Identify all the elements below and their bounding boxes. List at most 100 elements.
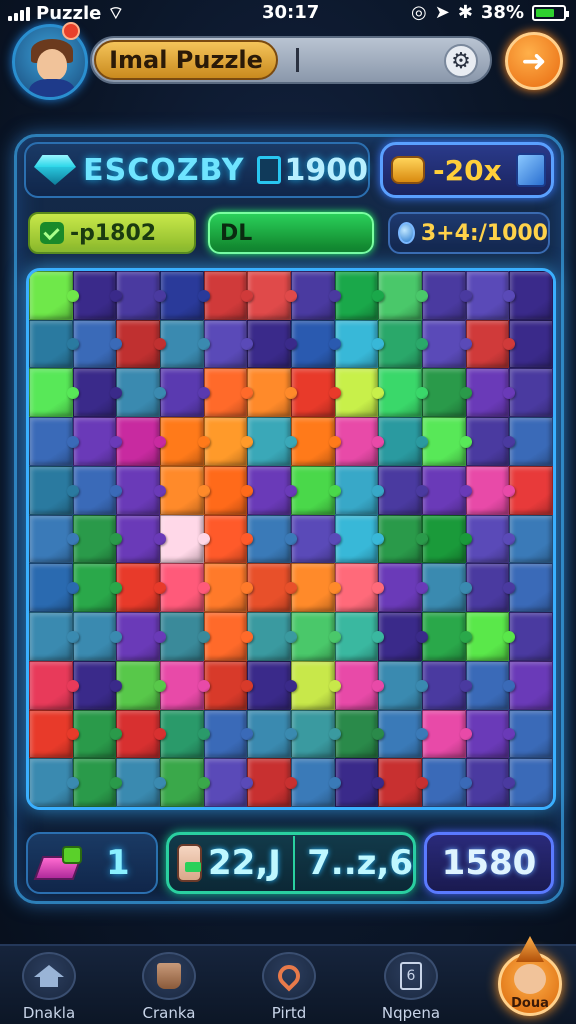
puzzle-piece[interactable] [247,758,297,807]
puzzle-piece[interactable] [378,563,428,613]
puzzle-piece[interactable] [72,465,122,515]
puzzle-piece[interactable] [334,709,384,759]
puzzle-piece[interactable] [29,758,79,807]
puzzle-piece[interactable] [378,514,428,564]
puzzle-piece[interactable] [29,514,79,564]
puzzle-piece[interactable] [203,271,253,320]
puzzle-piece[interactable] [465,612,515,661]
settings-button[interactable]: ⚙ [444,44,478,78]
puzzle-piece[interactable] [29,465,79,515]
puzzle-piece[interactable] [29,563,79,613]
puzzle-piece[interactable] [465,271,515,320]
puzzle-piece[interactable] [247,563,297,613]
puzzle-piece[interactable] [291,660,341,710]
nav-item-map[interactable]: Pirtd [234,952,344,1024]
puzzle-piece[interactable] [116,368,166,418]
puzzle-piece[interactable] [29,271,79,320]
puzzle-piece[interactable] [465,709,515,759]
puzzle-piece[interactable] [509,709,553,759]
puzzle-piece[interactable] [334,417,384,466]
puzzle-piece[interactable] [116,660,166,710]
puzzle-piece[interactable] [509,612,553,661]
puzzle-piece[interactable] [509,758,553,807]
puzzle-piece[interactable] [203,660,253,710]
puzzle-piece[interactable] [160,368,210,418]
puzzle-piece[interactable] [422,709,472,759]
puzzle-piece[interactable] [334,368,384,418]
puzzle-piece[interactable] [291,758,341,807]
puzzle-piece[interactable] [291,417,341,466]
puzzle-piece[interactable] [203,465,253,515]
puzzle-piece[interactable] [203,758,253,807]
puzzle-piece[interactable] [465,758,515,807]
puzzle-piece[interactable] [247,319,297,369]
puzzle-piece[interactable] [422,271,472,320]
puzzle-piece[interactable] [247,271,297,320]
puzzle-piece[interactable] [509,514,553,564]
nav-item-cup[interactable]: Cranka [114,952,224,1024]
puzzle-piece[interactable] [465,563,515,613]
title-bar[interactable]: Imal Puzzle ⚙ [90,36,492,84]
puzzle-piece[interactable] [72,319,122,369]
puzzle-piece[interactable] [509,271,553,320]
puzzle-piece[interactable] [160,514,210,564]
puzzle-piece[interactable] [422,465,472,515]
puzzle-piece[interactable] [116,417,166,466]
puzzle-piece[interactable] [72,514,122,564]
puzzle-piece[interactable] [116,709,166,759]
puzzle-piece[interactable] [203,563,253,613]
puzzle-piece[interactable] [291,319,341,369]
puzzle-piece[interactable] [291,368,341,418]
puzzle-piece[interactable] [422,368,472,418]
puzzle-piece[interactable] [378,758,428,807]
puzzle-piece[interactable] [291,709,341,759]
puzzle-piece[interactable] [160,465,210,515]
puzzle-piece[interactable] [334,758,384,807]
puzzle-piece[interactable] [116,319,166,369]
puzzle-piece[interactable] [378,465,428,515]
puzzle-piece[interactable] [334,271,384,320]
puzzle-piece[interactable] [334,563,384,613]
puzzle-piece[interactable] [334,465,384,515]
puzzle-piece[interactable] [247,514,297,564]
puzzle-piece[interactable] [160,417,210,466]
puzzle-piece[interactable] [160,758,210,807]
puzzle-board[interactable] [26,268,556,810]
puzzle-piece[interactable] [160,612,210,661]
puzzle-piece[interactable] [465,368,515,418]
puzzle-piece[interactable] [29,709,79,759]
puzzle-piece[interactable] [422,319,472,369]
puzzle-piece[interactable] [422,417,472,466]
puzzle-piece[interactable] [334,319,384,369]
puzzle-piece[interactable] [422,514,472,564]
puzzle-piece[interactable] [465,514,515,564]
puzzle-piece[interactable] [378,271,428,320]
puzzle-piece[interactable] [509,417,553,466]
puzzle-piece[interactable] [29,417,79,466]
puzzle-piece[interactable] [378,709,428,759]
puzzle-piece[interactable] [116,514,166,564]
puzzle-piece[interactable] [247,465,297,515]
puzzle-piece[interactable] [247,368,297,418]
puzzle-piece[interactable] [422,758,472,807]
puzzle-piece[interactable] [465,660,515,710]
puzzle-piece[interactable] [72,660,122,710]
puzzle-piece[interactable] [72,417,122,466]
puzzle-piece[interactable] [422,660,472,710]
puzzle-piece[interactable] [247,612,297,661]
puzzle-piece[interactable] [116,271,166,320]
puzzle-piece[interactable] [116,758,166,807]
puzzle-piece[interactable] [160,271,210,320]
puzzle-piece[interactable] [509,465,553,515]
puzzle-piece[interactable] [378,660,428,710]
puzzle-piece[interactable] [465,465,515,515]
puzzle-piece[interactable] [378,368,428,418]
puzzle-piece[interactable] [422,612,472,661]
puzzle-piece[interactable] [422,563,472,613]
puzzle-piece[interactable] [334,660,384,710]
puzzle-piece[interactable] [203,612,253,661]
puzzle-piece[interactable] [29,368,79,418]
puzzle-piece[interactable] [203,514,253,564]
puzzle-piece[interactable] [509,319,553,369]
puzzle-piece[interactable] [29,319,79,369]
